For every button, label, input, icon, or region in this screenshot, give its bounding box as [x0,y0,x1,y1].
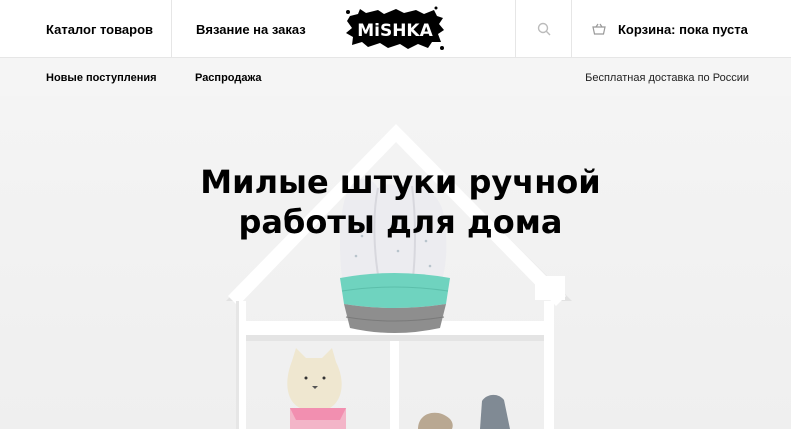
nav-knitting-link[interactable]: Вязание на заказ [196,0,306,58]
hero-image [226,124,572,429]
secondary-nav: Новые поступления Распродажа Бесплатная … [0,58,791,96]
logo-text: MiSHKA [357,21,433,41]
hero-banner: Милые штуки ручной работы для дома [0,96,791,429]
basket-icon [592,23,606,35]
logo[interactable]: MiSHKA [344,6,446,52]
cart-link[interactable]: Корзина: пока пуста [592,0,748,58]
nav-sale-link[interactable]: Распродажа [195,72,262,84]
search-icon [537,22,550,36]
top-header: Каталог товаров Вязание на заказ MiSHKA … [0,0,791,58]
logo-mark: MiSHKA [346,6,444,50]
hero-title-line: Милые штуки ручной [200,163,601,201]
header-divider [571,0,572,58]
free-shipping-note: Бесплатная доставка по России [585,72,749,84]
nav-new-arrivals-link[interactable]: Новые поступления [46,72,157,84]
nav-catalog-link[interactable]: Каталог товаров [46,0,153,58]
hero-title-line: работы для дома [238,203,563,241]
cart-label: Корзина: пока пуста [618,21,748,37]
header-divider [171,0,172,58]
hero-title: Милые штуки ручной работы для дома [0,162,791,242]
search-button[interactable] [516,0,571,58]
